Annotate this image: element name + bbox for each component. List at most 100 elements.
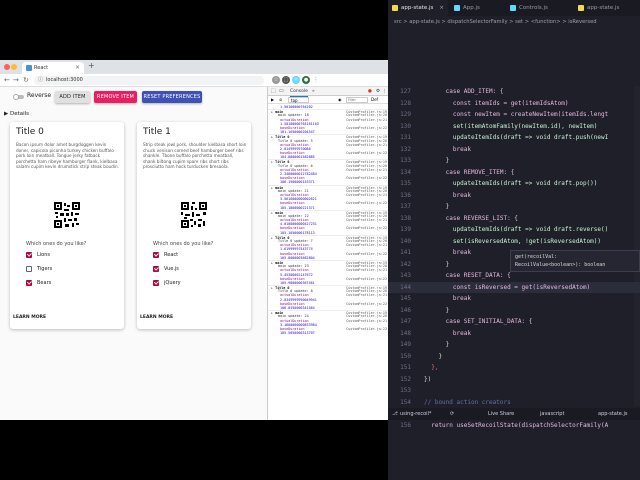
code-text: break xyxy=(424,249,471,256)
browser-window: React Optimizations × + ← → ↻ ⓘ localhos… xyxy=(0,60,388,420)
editor-tab-app-state-2[interactable]: app-state.js xyxy=(574,0,640,16)
inspect-icon[interactable]: ⬚ xyxy=(271,87,276,96)
line-number: 135 xyxy=(400,180,411,187)
clear-console-icon[interactable]: ⊘ xyxy=(279,96,282,104)
card-text: Bacon ipsum dolor amet burgdoggen kevin … xyxy=(16,142,119,170)
code-line[interactable]: 127 case ADD_ITEM: { xyxy=(388,86,640,98)
devtools-settings-icon[interactable]: ⚙ xyxy=(376,87,380,96)
code-line[interactable]: 144 const isReversed = get(isReversedAto… xyxy=(388,281,640,293)
reload-icon[interactable]: ↻ xyxy=(23,75,29,86)
close-tab-icon[interactable]: × xyxy=(75,62,80,74)
close-window-icon[interactable] xyxy=(4,64,10,70)
back-icon[interactable]: ← xyxy=(4,75,10,86)
react-devtools-icon[interactable]: ⚛ xyxy=(292,76,300,84)
error-count-icon[interactable]: ● xyxy=(368,87,372,96)
add-item-button[interactable]: ADD ITEM xyxy=(55,91,90,103)
code-line[interactable]: 129 const newItem = createNewItem(itemId… xyxy=(388,109,640,121)
option-checkbox[interactable]: React xyxy=(153,251,178,259)
line-number: 142 xyxy=(400,260,411,268)
line-number: 140 xyxy=(400,237,411,245)
checkbox-checked-icon[interactable] xyxy=(26,280,32,286)
breadcrumb[interactable]: src > app-state.js > dispatchSelectorFam… xyxy=(394,19,597,25)
checkbox-checked-icon[interactable] xyxy=(153,252,159,258)
editor-tab-app-state[interactable]: app-state.js × xyxy=(388,0,448,16)
device-toggle-icon[interactable]: ▭ xyxy=(279,87,284,96)
devtools-menu-icon[interactable]: ⋮ xyxy=(382,87,387,96)
line-number: 133 xyxy=(400,157,411,164)
code-line[interactable]: 147 case SET_INITIAL_DATA: { xyxy=(388,316,640,328)
code-line[interactable]: 139 updateItemIds(draft => void draft.re… xyxy=(388,224,640,236)
status-file-label[interactable]: app-state.js xyxy=(598,408,627,420)
code-line[interactable]: 156 return useSetRecoilState(dispatchSel… xyxy=(388,420,640,432)
code-line[interactable]: 154 // bound action creators xyxy=(388,397,640,409)
checkbox-checked-icon[interactable] xyxy=(153,266,159,272)
live-share-label[interactable]: Live Share xyxy=(488,408,514,420)
code-line[interactable]: 146 } xyxy=(388,305,640,317)
code-line[interactable]: 150 } xyxy=(388,351,640,363)
card-question: Which ones do you like? xyxy=(26,241,87,247)
editor-tab-app[interactable]: App.js xyxy=(450,0,504,16)
checkbox-checked-icon[interactable] xyxy=(153,280,159,286)
code-text: }) xyxy=(424,375,432,383)
code-line[interactable]: 131 updateItemIds(draft => void draft.pu… xyxy=(388,132,640,144)
language-mode[interactable]: javascript xyxy=(540,408,564,420)
bookmark-star-icon[interactable]: ☆ xyxy=(272,76,280,84)
code-line[interactable]: 134 case REMOVE_ITEM: { xyxy=(388,167,640,179)
code-line[interactable]: 152}) xyxy=(388,374,640,386)
editor-tab-controls[interactable]: Controls.js xyxy=(506,0,572,16)
reverse-toggle[interactable] xyxy=(13,94,24,100)
forward-icon[interactable]: → xyxy=(13,75,19,86)
item-card: Title 0 Bacon ipsum dolor amet burgdogge… xyxy=(10,122,124,329)
option-checkbox[interactable]: Bears xyxy=(26,279,51,287)
browser-tab[interactable]: React Optimizations × xyxy=(22,62,84,83)
eye-icon[interactable]: ◉ xyxy=(338,96,342,104)
address-bar[interactable]: ⓘ localhost:3000 xyxy=(34,76,264,85)
log-level-select[interactable]: Def xyxy=(371,96,378,104)
code-line[interactable]: 137 } xyxy=(388,201,640,213)
context-select[interactable]: top xyxy=(288,97,309,103)
git-branch-icon[interactable]: ⎇ xyxy=(392,408,398,420)
line-number: 130 xyxy=(400,122,411,130)
code-line[interactable]: 128 const itemIds = get(itemIdsAtom) xyxy=(388,98,640,110)
extension-icon[interactable]: ⬚ xyxy=(282,76,290,84)
code-line[interactable]: 153 xyxy=(388,385,640,397)
code-line[interactable]: 145 break xyxy=(388,293,640,305)
info-icon[interactable]: ⓘ xyxy=(38,76,43,85)
minimize-window-icon[interactable] xyxy=(11,64,17,70)
new-tab-button[interactable]: + xyxy=(88,61,95,70)
code-line[interactable]: 135 updateItemIds(draft => void draft.po… xyxy=(388,178,640,190)
close-tab-icon[interactable]: × xyxy=(439,0,444,16)
code-line[interactable]: 138 case REVERSE_LIST: { xyxy=(388,213,640,225)
browser-tab-bar: React Optimizations × + xyxy=(0,60,388,83)
learn-more-button[interactable]: LEARN MORE xyxy=(140,315,173,320)
menu-kebab-icon[interactable]: ⋮ xyxy=(312,76,320,84)
learn-more-button[interactable]: LEARN MORE xyxy=(13,315,46,320)
code-line[interactable]: 132 break xyxy=(388,144,640,156)
code-text: updateItemIds(draft => void draft.push(n… xyxy=(424,134,609,141)
code-line[interactable]: 148 break xyxy=(388,328,640,340)
console-filter-input[interactable] xyxy=(346,97,368,103)
details-disclosure[interactable]: ▶ Details xyxy=(4,111,29,117)
sync-icon[interactable]: ⟳ xyxy=(450,408,454,420)
reset-preferences-button[interactable]: RESET PREFERENCES xyxy=(142,91,202,103)
option-checkbox[interactable]: Tigers xyxy=(26,265,52,273)
code-line[interactable]: 133 } xyxy=(388,155,640,167)
remove-item-button[interactable]: REMOVE ITEM xyxy=(94,91,137,103)
option-checkbox[interactable]: Lions xyxy=(26,251,50,259)
line-number: 138 xyxy=(400,214,411,222)
git-branch-label[interactable]: using-recoil* xyxy=(400,408,431,420)
checkbox-checked-icon[interactable] xyxy=(26,252,32,258)
line-number: 134 xyxy=(400,168,411,176)
profile-avatar[interactable]: ● xyxy=(302,76,310,84)
option-checkbox[interactable]: jQuery xyxy=(153,279,181,287)
checkbox-unchecked-icon[interactable] xyxy=(26,266,32,272)
code-line[interactable]: 136 break xyxy=(388,190,640,202)
code-line[interactable]: 151 }, xyxy=(388,362,640,374)
code-line[interactable]: 130 set(itemAtomFamily(newItem.id), newI… xyxy=(388,121,640,133)
line-number: 150 xyxy=(400,352,411,360)
option-checkbox[interactable]: Vue.js xyxy=(153,265,179,273)
code-line[interactable]: 140 set(isReversedAtom, !get(isReversedA… xyxy=(388,236,640,248)
code-line[interactable]: 149 } xyxy=(388,339,640,351)
console-sidebar-icon[interactable]: ▶ xyxy=(271,96,274,104)
more-tabs-icon[interactable]: » xyxy=(312,87,315,96)
